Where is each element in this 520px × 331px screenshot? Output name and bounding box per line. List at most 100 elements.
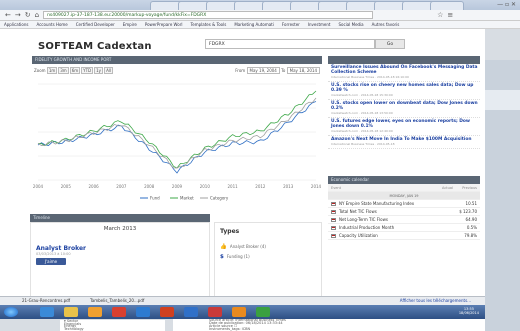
zoom-label: Zoom: [34, 68, 46, 73]
app-icon[interactable]: [88, 307, 102, 317]
zoom-button[interactable]: YTD: [81, 67, 94, 74]
news-date: International Business Times · 2014-05-1…: [331, 142, 395, 146]
thumb-icon: 👍: [220, 244, 227, 250]
analyst-link[interactable]: Analyst Broker: [36, 245, 86, 252]
news-item[interactable]: U.S. futures edge lower, eyes on economi…: [328, 118, 480, 136]
news-date: marketwatch.com · 2014-05-18 15:30:00: [331, 93, 393, 97]
zoom-button[interactable]: 1y: [94, 67, 104, 74]
bookmark-item[interactable]: Forrester: [282, 22, 300, 27]
from-date-input[interactable]: May 19, 2004: [246, 67, 280, 74]
like-button[interactable]: J'aime: [36, 258, 66, 265]
home-icon[interactable]: ⌂: [35, 11, 39, 19]
types-title: Types: [220, 228, 240, 235]
zoom-button[interactable]: 3m: [58, 67, 69, 74]
x-tick-label: 2010: [200, 184, 211, 189]
news-title[interactable]: U.S. stocks rise on cheery new homes sal…: [331, 83, 478, 93]
show-all-downloads-link[interactable]: Afficher tous les téléchargements...: [400, 297, 471, 305]
news-date: International Business Times · 2014-05-1…: [331, 75, 409, 79]
menu-icon[interactable]: ≡: [447, 11, 453, 19]
timeline-header: Timeline: [30, 214, 210, 222]
legend-label[interactable]: Market: [180, 196, 194, 201]
news-item[interactable]: U.S. stocks open lower on downbeat data;…: [328, 100, 480, 118]
search-input[interactable]: FDGRX: [205, 39, 375, 49]
ie-icon[interactable]: [40, 307, 54, 317]
news-date: marketwatch.com · 2014-05-18 13:50:00: [331, 111, 393, 115]
economic-calendar-header: Economic calendar: [328, 176, 480, 184]
news-title[interactable]: U.S. futures edge lower, eyes on economi…: [331, 119, 478, 129]
browser-tab-bar: [0, 0, 520, 10]
news-item[interactable]: U.S. stocks rise on cheery new homes sal…: [328, 82, 480, 100]
econ-row[interactable]: Capacity Utilization 79.8%: [328, 232, 480, 240]
bookmark-item[interactable]: Applications: [4, 22, 28, 27]
start-icon[interactable]: [4, 307, 18, 317]
zoom-button[interactable]: 6m: [69, 67, 81, 74]
econ-header-row: Event Actual Previous: [328, 184, 480, 192]
x-tick-label: 2014: [311, 184, 322, 189]
download-item[interactable]: 21-Grau-Rencontres.pdf: [22, 297, 70, 305]
bookmark-item[interactable]: Certified Developer: [76, 22, 115, 27]
bookmark-item[interactable]: Marketing Automati: [234, 22, 274, 27]
forward-icon[interactable]: →: [15, 11, 21, 19]
bookmark-item[interactable]: Investment: [308, 22, 331, 27]
econ-row[interactable]: Industrial Production Month 0.5%: [328, 224, 480, 232]
zoom-button[interactable]: All: [104, 67, 114, 74]
zoom-button[interactable]: 1m: [46, 67, 58, 74]
reload-icon[interactable]: ↻: [25, 11, 31, 19]
bookmark-item[interactable]: Autres favoris: [372, 22, 400, 27]
news-title[interactable]: U.S. stocks open lower on downbeat data;…: [331, 101, 478, 111]
download-item[interactable]: Tambelis_Tambelis_20...pdf: [90, 297, 144, 305]
news-panel-header: [328, 56, 480, 64]
news-title[interactable]: Surveillance Issues Abound On Facebook's…: [331, 65, 478, 75]
legend-label[interactable]: Category: [210, 196, 229, 201]
download-bar: 21-Grau-Rencontres.pdf Tambelis_Tambelis…: [0, 296, 485, 305]
econ-row[interactable]: Total Net TIC Flows $ 123.70: [328, 208, 480, 216]
type-item[interactable]: $ Funding (1): [220, 254, 250, 260]
performance-chart[interactable]: 2004 2005 2006 2007 2008 2009 2010 2011 2012 2013…: [32, 76, 322, 206]
powerpoint-icon[interactable]: [160, 307, 174, 317]
timeline-month: March 2013: [103, 226, 137, 232]
x-tick-label: 2008: [144, 184, 155, 189]
vlc-icon[interactable]: [232, 307, 246, 317]
bookmark-item[interactable]: Accounts Home: [36, 22, 67, 27]
dollar-icon: $: [220, 254, 224, 260]
news-date: marketwatch.com · 2014-05-18 12:40:00: [331, 129, 393, 133]
to-date-input[interactable]: May 18, 2014: [286, 67, 320, 74]
star-icon[interactable]: ☆: [437, 11, 443, 19]
go-button[interactable]: Go: [375, 39, 405, 49]
outlook-icon[interactable]: [136, 307, 150, 317]
type-item[interactable]: 👍 Analyst Broker (4): [220, 244, 266, 250]
background-window: Source article: International Business T…: [173, 318, 485, 331]
window-controls[interactable]: — ▫ ✕: [497, 1, 516, 8]
us-flag-icon: [331, 202, 336, 206]
chrome-icon[interactable]: [112, 307, 126, 317]
pdf-icon[interactable]: [208, 307, 222, 317]
bg-sidebar-item[interactable]: Technology: [60, 327, 165, 331]
x-tick-label: 2004: [33, 184, 44, 189]
clock[interactable]: 13:55 18/06/2014: [459, 307, 479, 315]
bookmark-item[interactable]: PowerPrepare Worl: [145, 22, 183, 27]
us-flag-icon: [331, 218, 336, 222]
x-tick-label: 2009: [172, 184, 183, 189]
from-label: From: [235, 68, 246, 73]
x-tick-label: 2007: [116, 184, 127, 189]
news-item[interactable]: Surveillance Issues Abound On Facebook's…: [328, 64, 480, 82]
econ-row[interactable]: NY Empire State Manufacturing Index 10.51: [328, 200, 480, 208]
address-bar[interactable]: ns409027.ip-37-187-138.eu:20000/markup-v…: [43, 11, 374, 19]
legend-label[interactable]: Fund: [150, 196, 160, 201]
series-line-category[interactable]: [37, 97, 317, 169]
econ-row[interactable]: Net Long-Term TIC Flows 64.90: [328, 216, 480, 224]
excel-icon[interactable]: [256, 307, 270, 317]
news-list: Surveillance Issues Abound On Facebook's…: [328, 64, 480, 174]
news-item[interactable]: Amazon's Next Move In India To Make $100…: [328, 136, 480, 149]
bookmark-item[interactable]: Empire: [123, 22, 137, 27]
back-icon[interactable]: ←: [5, 11, 11, 19]
bookmark-item[interactable]: Social Media: [338, 22, 363, 27]
chart-zoom-row: Zoom 1m 3m 6m YTD 1y All From May 19, 2004 To…: [34, 67, 320, 75]
to-label: To: [281, 68, 286, 73]
us-flag-icon: [331, 210, 336, 214]
bookmark-item[interactable]: Templates & Tools: [190, 22, 226, 27]
folder-icon[interactable]: [64, 307, 78, 317]
word-icon[interactable]: [184, 307, 198, 317]
browser-tab[interactable]: [430, 1, 464, 10]
us-flag-icon: [331, 234, 336, 238]
